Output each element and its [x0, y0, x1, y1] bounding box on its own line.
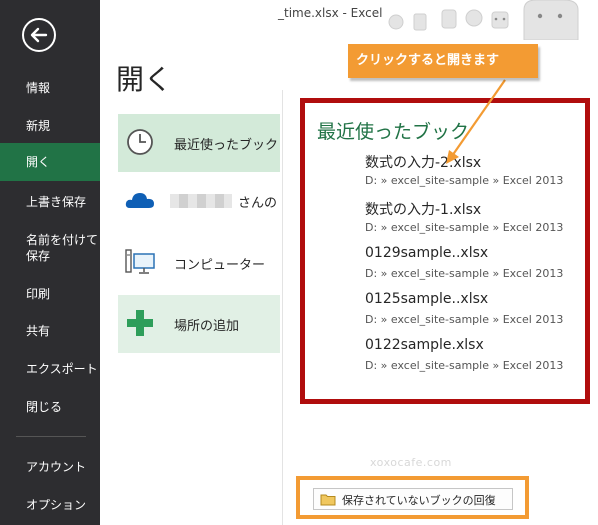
callout-label: クリックすると開きます [348, 44, 538, 78]
file-path: D: » excel_site-sample » Excel 2013 [365, 267, 564, 280]
page-title: 開く [116, 63, 173, 96]
sidebar-item-share[interactable]: 共有 [0, 323, 100, 339]
sidebar-item-export[interactable]: エクスポート [0, 361, 100, 377]
file-path: D: » excel_site-sample » Excel 2013 [365, 313, 564, 326]
sidebar-item-close[interactable]: 閉じる [0, 399, 100, 415]
recent-file-item[interactable]: 0125sample..xlsx D: » excel_site-sample … [365, 291, 583, 333]
onedrive-cloud-icon [125, 193, 154, 208]
clock-icon [127, 129, 153, 155]
file-path: D: » excel_site-sample » Excel 2013 [365, 359, 564, 372]
blurred-account-name [170, 194, 232, 208]
recent-workbooks-panel: 最近使ったブック 数式の入力-2.xlsx D: » excel_site-sa… [300, 98, 590, 404]
back-button[interactable] [22, 18, 56, 52]
file-name: 数式の入力-1.xlsx [365, 202, 482, 218]
location-onedrive[interactable]: さんの [118, 172, 280, 230]
location-label: 場所の追加 [174, 319, 240, 334]
plus-icon [127, 310, 153, 336]
sidebar-item-open[interactable]: 開く [0, 143, 100, 181]
sidebar-item-print[interactable]: 印刷 [0, 286, 100, 302]
sidebar-item-save[interactable]: 上書き保存 [0, 194, 100, 210]
file-name: 数式の入力-2.xlsx [365, 155, 482, 171]
file-name: 0129sample..xlsx [365, 245, 489, 261]
column-divider [282, 90, 283, 525]
recent-file-item[interactable]: 数式の入力-2.xlsx D: » excel_site-sample » Ex… [365, 152, 583, 194]
location-label: 最近使ったブック [174, 138, 279, 153]
computer-icon [125, 249, 155, 274]
back-arrow-icon [30, 27, 48, 43]
location-add-place[interactable]: 場所の追加 [118, 295, 280, 353]
recover-highlight: 保存されていないブックの回復 [296, 476, 529, 519]
recent-file-item[interactable]: 0122sample.xlsx D: » excel_site-sample »… [365, 337, 583, 379]
file-path: D: » excel_site-sample » Excel 2013 [365, 221, 564, 234]
sidebar-item-save-as[interactable]: 名前を付けて 保存 [0, 232, 100, 264]
file-name: 0122sample.xlsx [365, 337, 484, 353]
recent-heading: 最近使ったブック [317, 121, 470, 143]
sidebar-item-info[interactable]: 情報 [0, 80, 100, 96]
sidebar-divider [16, 436, 86, 437]
location-recent-workbooks[interactable]: 最近使ったブック [118, 114, 280, 172]
location-label: さんの [238, 196, 278, 211]
file-path: D: » excel_site-sample » Excel 2013 [365, 174, 564, 187]
file-name: 0125sample..xlsx [365, 291, 489, 307]
watermark: xoxocafe.com [370, 456, 452, 469]
recent-file-item[interactable]: 数式の入力-1.xlsx D: » excel_site-sample » Ex… [365, 199, 583, 241]
location-label: コンピューター [174, 258, 266, 273]
sidebar-item-account[interactable]: アカウント [0, 459, 100, 475]
title-bar-decoration-icon [388, 0, 579, 40]
backstage-sidebar: 情報 新規 開く 上書き保存 名前を付けて 保存 印刷 共有 エクスポート 閉じ… [0, 0, 100, 525]
recover-unsaved-button[interactable]: 保存されていないブックの回復 [313, 488, 513, 510]
recent-file-item[interactable]: 0129sample..xlsx D: » excel_site-sample … [365, 245, 583, 287]
window-title: _time.xlsx - Excel [278, 6, 383, 20]
recover-button-label: 保存されていないブックの回復 [342, 494, 496, 507]
location-computer[interactable]: コンピューター [118, 234, 280, 292]
sidebar-item-new[interactable]: 新規 [0, 118, 100, 134]
sidebar-item-options[interactable]: オプション [0, 497, 100, 513]
folder-icon [320, 494, 336, 506]
